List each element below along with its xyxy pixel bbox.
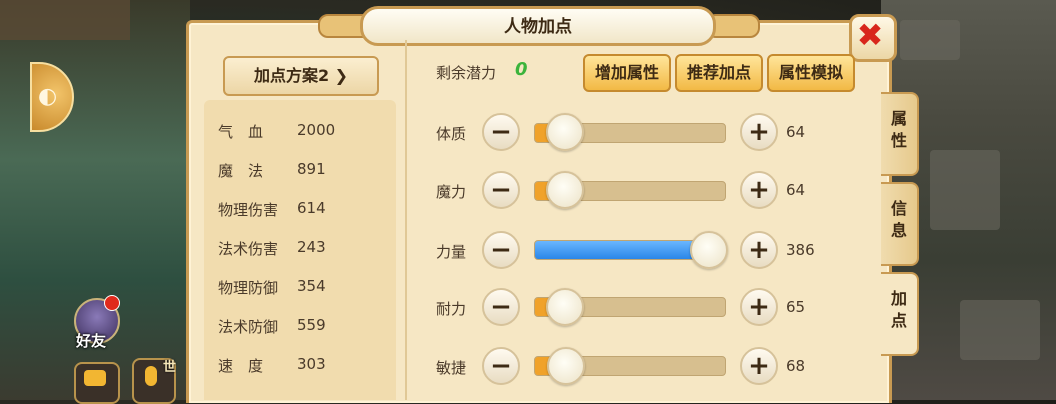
tab-add-points[interactable]: 加点 (881, 272, 919, 356)
slider-handle[interactable] (547, 347, 585, 385)
stat-value: 354 (297, 277, 326, 295)
simulate-attribute-button[interactable]: 属性模拟 (767, 54, 855, 92)
stat-value: 891 (297, 160, 326, 178)
minus-button[interactable]: − (482, 171, 520, 209)
stat-value: 303 (297, 355, 326, 373)
minus-button[interactable]: − (482, 288, 520, 326)
scheme-dropdown[interactable]: 加点方案2 ❯ (223, 56, 379, 96)
attribute-value: 68 (786, 357, 806, 375)
stat-value: 243 (297, 238, 326, 256)
add-attribute-button[interactable]: 增加属性 (583, 54, 671, 92)
plus-button[interactable]: + (740, 231, 778, 269)
slider-handle[interactable] (546, 113, 584, 151)
recommend-points-button[interactable]: 推荐加点 (675, 54, 763, 92)
stat-name: 物理伤害 (218, 201, 279, 219)
scene-stone (930, 150, 1000, 230)
plus-button[interactable]: + (740, 171, 778, 209)
attribute-value: 65 (786, 298, 806, 316)
world-channel-tag: 世 (163, 360, 177, 375)
tab-attributes[interactable]: 属性 (881, 92, 919, 176)
plus-button[interactable]: + (740, 113, 778, 151)
game-scene-building (0, 0, 130, 40)
minus-button[interactable]: − (482, 231, 520, 269)
attribute-label: 力量 (436, 243, 467, 261)
plus-button[interactable]: + (740, 347, 778, 385)
column-divider (405, 40, 407, 400)
slider-handle[interactable] (546, 171, 584, 209)
stat-value: 559 (297, 316, 326, 334)
scene-stone (960, 300, 1040, 360)
potential-value: 0 (515, 59, 528, 80)
stat-name: 法术防御 (218, 318, 279, 336)
attribute-value: 64 (786, 123, 806, 141)
stat-name: 速 度 (218, 357, 264, 375)
attribute-label: 体质 (436, 125, 467, 143)
stat-name: 气 血 (218, 123, 264, 141)
tab-label: 属性 (890, 109, 907, 150)
close-icon: ✖ (856, 16, 884, 54)
minus-button[interactable]: − (482, 113, 520, 151)
slider-handle[interactable] (690, 231, 728, 269)
attribute-value: 386 (786, 241, 815, 259)
attribute-label: 敏捷 (436, 359, 467, 377)
microphone-icon (145, 366, 157, 386)
stat-name: 物理防御 (218, 279, 279, 297)
tab-info[interactable]: 信息 (881, 182, 919, 266)
minus-button[interactable]: − (482, 347, 520, 385)
stat-value: 2000 (297, 121, 336, 139)
stat-value: 614 (297, 199, 326, 217)
stat-name: 法术伤害 (218, 240, 279, 258)
attribute-label: 耐力 (436, 300, 467, 318)
slider-handle[interactable] (546, 288, 584, 326)
potential-label: 剩余潜力 (436, 64, 497, 82)
friend-label: 好友 (76, 332, 107, 350)
stat-name: 魔 法 (218, 162, 264, 180)
gamepad-icon: ◐ (38, 84, 58, 109)
chat-icon (84, 370, 106, 386)
attribute-value: 64 (786, 181, 806, 199)
plus-button[interactable]: + (740, 288, 778, 326)
tab-label: 信息 (890, 199, 907, 240)
page-title: 人物加点 (504, 17, 572, 37)
tab-label: 加点 (890, 289, 907, 330)
scene-stone (900, 20, 960, 60)
slider-fill (535, 241, 712, 259)
attribute-label: 魔力 (436, 183, 467, 201)
notification-dot (104, 295, 120, 311)
